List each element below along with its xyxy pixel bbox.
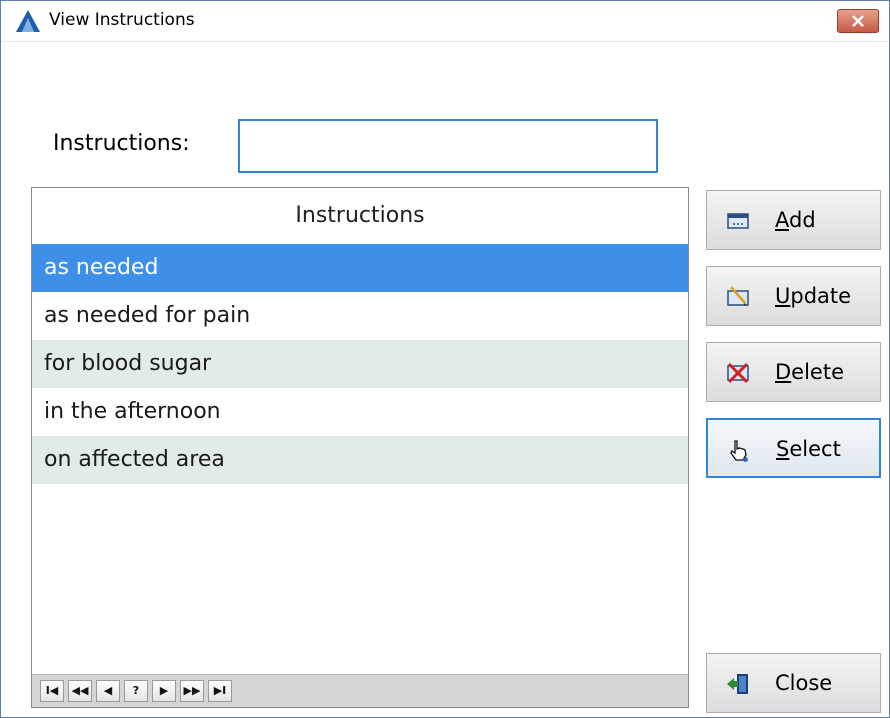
delete-icon [727, 362, 749, 384]
select-button[interactable]: Select [706, 418, 881, 478]
table-row[interactable]: as needed [32, 244, 688, 292]
instructions-grid: Instructions as needed as needed for pai… [31, 187, 689, 708]
nav-next-page-button[interactable]: ▶▶ [180, 680, 204, 702]
close-label: Close [775, 671, 833, 695]
table-row[interactable]: for blood sugar [32, 340, 688, 388]
delete-label: Delete [775, 360, 844, 384]
close-icon [852, 15, 864, 27]
update-label: Update [775, 284, 852, 308]
nav-search-button[interactable]: ? [124, 680, 148, 702]
table-row[interactable]: in the afternoon [32, 388, 688, 436]
update-icon [727, 286, 749, 306]
title-bar: View Instructions [1, 1, 889, 42]
add-label: Add [775, 208, 816, 232]
window-title: View Instructions [49, 10, 195, 30]
nav-next-button[interactable]: ▶ [152, 680, 176, 702]
window-close-button[interactable] [837, 9, 879, 33]
instructions-label: Instructions: [53, 131, 190, 156]
nav-first-button[interactable]: I◀ [40, 680, 64, 702]
record-navigator: I◀ ◀◀ ◀ ? ▶ ▶▶ ▶I [32, 674, 688, 707]
instructions-input[interactable] [238, 119, 658, 173]
add-button[interactable]: Add [706, 190, 881, 250]
table-row[interactable]: on affected area [32, 436, 688, 484]
nav-prev-button[interactable]: ◀ [96, 680, 120, 702]
update-button[interactable]: Update [706, 266, 881, 326]
grid-column-header[interactable]: Instructions [32, 188, 688, 244]
view-instructions-window: View Instructions Instructions: Instruct… [0, 0, 890, 718]
nav-prev-page-button[interactable]: ◀◀ [68, 680, 92, 702]
hand-pointer-icon [730, 440, 748, 462]
select-label: Select [776, 437, 841, 461]
exit-door-icon [727, 674, 748, 694]
table-row[interactable]: as needed for pain [32, 292, 688, 340]
nav-last-button[interactable]: ▶I [208, 680, 232, 702]
close-button[interactable]: Close [706, 653, 881, 713]
delete-button[interactable]: Delete [706, 342, 881, 402]
app-logo-icon [16, 10, 40, 32]
add-icon [727, 213, 749, 229]
